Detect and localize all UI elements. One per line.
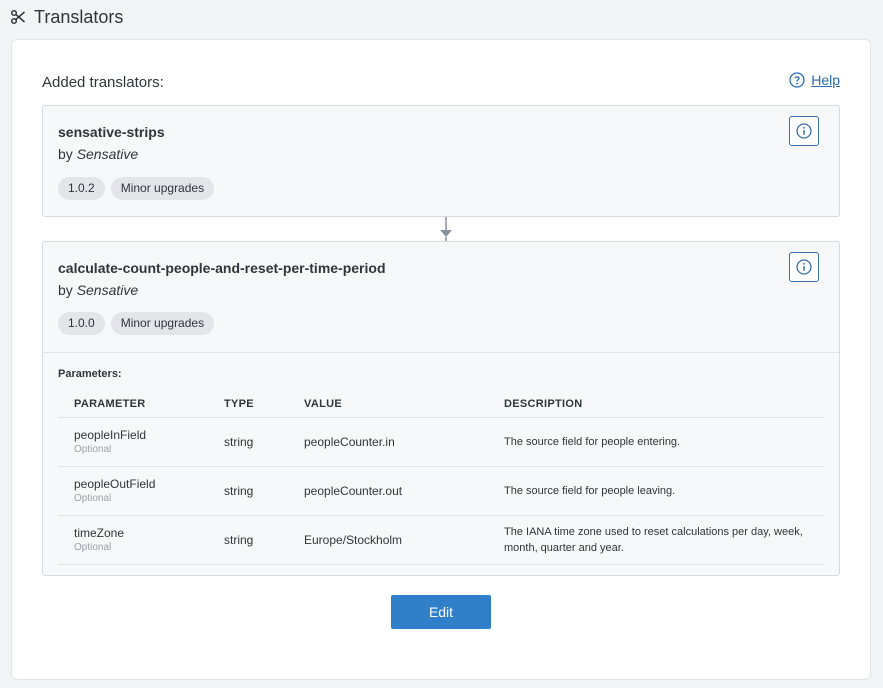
column-header-parameter: PARAMETER <box>58 391 208 418</box>
parameter-name: peopleOutField <box>74 477 156 491</box>
chain-connector-arrow <box>438 217 454 241</box>
column-header-description: DESCRIPTION <box>488 391 825 418</box>
translator-name: calculate-count-people-and-reset-per-tim… <box>58 260 386 276</box>
translator-card-sensative-strips: sensative-strips by Sensative 1.0.2 Mino… <box>42 105 840 217</box>
info-icon <box>796 259 812 275</box>
info-button[interactable] <box>789 116 819 146</box>
table-row: timeZone Optional string Europe/Stockhol… <box>58 515 825 565</box>
parameter-cell: peopleOutField Optional <box>58 466 208 516</box>
table-header-row: PARAMETER TYPE VALUE DESCRIPTION <box>58 391 825 418</box>
parameter-name: timeZone <box>74 526 125 540</box>
help-label: Help <box>811 72 840 88</box>
value-cell: peopleCounter.in <box>288 417 488 467</box>
type-cell: string <box>208 515 288 565</box>
version-badge: 1.0.0 <box>58 312 105 335</box>
arrow-down-icon <box>440 217 452 241</box>
upgrade-policy-badge: Minor upgrades <box>110 312 215 335</box>
parameter-optional: Optional <box>74 542 112 553</box>
page-title: Translators <box>34 6 124 27</box>
author-prefix: by <box>58 282 73 298</box>
info-button[interactable] <box>789 252 819 282</box>
parameter-name: peopleInField <box>74 428 147 442</box>
value-cell: Europe/Stockholm <box>288 515 488 565</box>
translator-author: by Sensative <box>58 146 138 162</box>
info-icon <box>796 123 812 139</box>
author-prefix: by <box>58 146 73 162</box>
column-header-value: VALUE <box>288 391 488 418</box>
added-translators-label: Added translators: <box>42 74 164 91</box>
translators-card: Added translators: Help sensative-strips… <box>11 39 871 680</box>
upgrade-policy-badge: Minor upgrades <box>110 177 215 200</box>
parameters-table: PARAMETER TYPE VALUE DESCRIPTION peopleI… <box>58 391 825 565</box>
column-header-type: TYPE <box>208 391 288 418</box>
table-row: peopleOutField Optional string peopleCou… <box>58 466 825 516</box>
author-name: Sensative <box>76 146 139 162</box>
translator-card-calculate-count: calculate-count-people-and-reset-per-tim… <box>42 241 840 576</box>
edit-button[interactable]: Edit <box>391 595 491 629</box>
parameter-cell: peopleInField Optional <box>58 417 208 467</box>
parameter-optional: Optional <box>74 493 112 504</box>
parameters-label: Parameters: <box>58 368 122 380</box>
page-header: Translators <box>10 5 123 29</box>
parameter-optional: Optional <box>74 444 112 455</box>
parameters-section: Parameters: PARAMETER TYPE VALUE DESCRIP… <box>43 352 839 575</box>
description-cell: The source field for people entering. <box>488 417 825 467</box>
type-cell: string <box>208 417 288 467</box>
value-cell: peopleCounter.out <box>288 466 488 516</box>
table-row: peopleInField Optional string peopleCoun… <box>58 417 825 467</box>
translator-name: sensative-strips <box>58 124 165 140</box>
translator-author: by Sensative <box>58 282 138 298</box>
parameter-cell: timeZone Optional <box>58 515 208 565</box>
type-cell: string <box>208 466 288 516</box>
scissors-icon <box>10 9 25 25</box>
description-cell: The IANA time zone used to reset calcula… <box>488 515 825 565</box>
version-badge: 1.0.2 <box>58 177 105 200</box>
help-link[interactable]: Help <box>789 72 840 88</box>
help-icon <box>789 72 805 88</box>
translator-badges: 1.0.0 Minor upgrades <box>58 312 215 335</box>
author-name: Sensative <box>76 282 139 298</box>
translator-badges: 1.0.2 Minor upgrades <box>58 177 215 200</box>
description-cell: The source field for people leaving. <box>488 466 825 516</box>
